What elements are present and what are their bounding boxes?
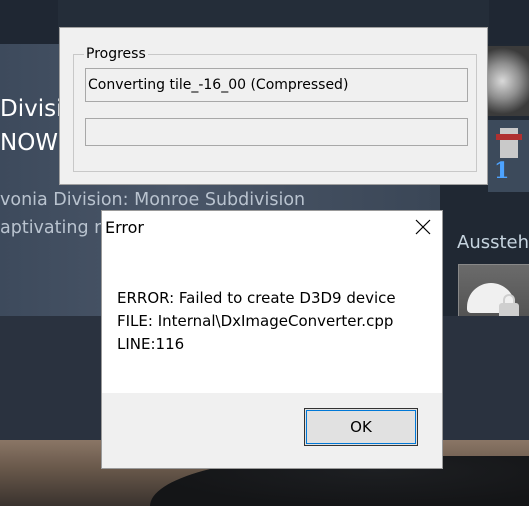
progress-bar (85, 118, 468, 146)
achievement-number: 1 (494, 158, 510, 184)
achievement-gauge-icon[interactable] (488, 46, 529, 116)
progress-status-text: Converting tile_-16_00 (Compressed) (85, 68, 468, 102)
error-file-line: FILE: Internal\DxImageConverter.cpp (117, 312, 394, 330)
achievement-medal-icon[interactable]: 1 (488, 120, 529, 192)
background-tab (489, 0, 529, 44)
error-line-number: LINE:116 (117, 335, 185, 353)
progress-group-label: Progress (84, 45, 148, 63)
close-icon[interactable] (410, 215, 436, 239)
error-dialog-title: Error (105, 218, 144, 237)
progress-window: Progress Converting tile_-16_00 (Compres… (59, 27, 488, 185)
error-dialog-footer: OK (102, 393, 442, 468)
error-message: ERROR: Failed to create D3D9 device FILE… (117, 287, 396, 356)
medal-cross-icon (496, 128, 522, 158)
ok-button[interactable]: OK (304, 408, 418, 446)
error-message-line: ERROR: Failed to create D3D9 device (117, 289, 396, 307)
background-tab (0, 0, 58, 44)
pending-achievements-label: Ausstehe (457, 232, 529, 253)
error-dialog: Error ERROR: Failed to create D3D9 devic… (101, 210, 443, 469)
